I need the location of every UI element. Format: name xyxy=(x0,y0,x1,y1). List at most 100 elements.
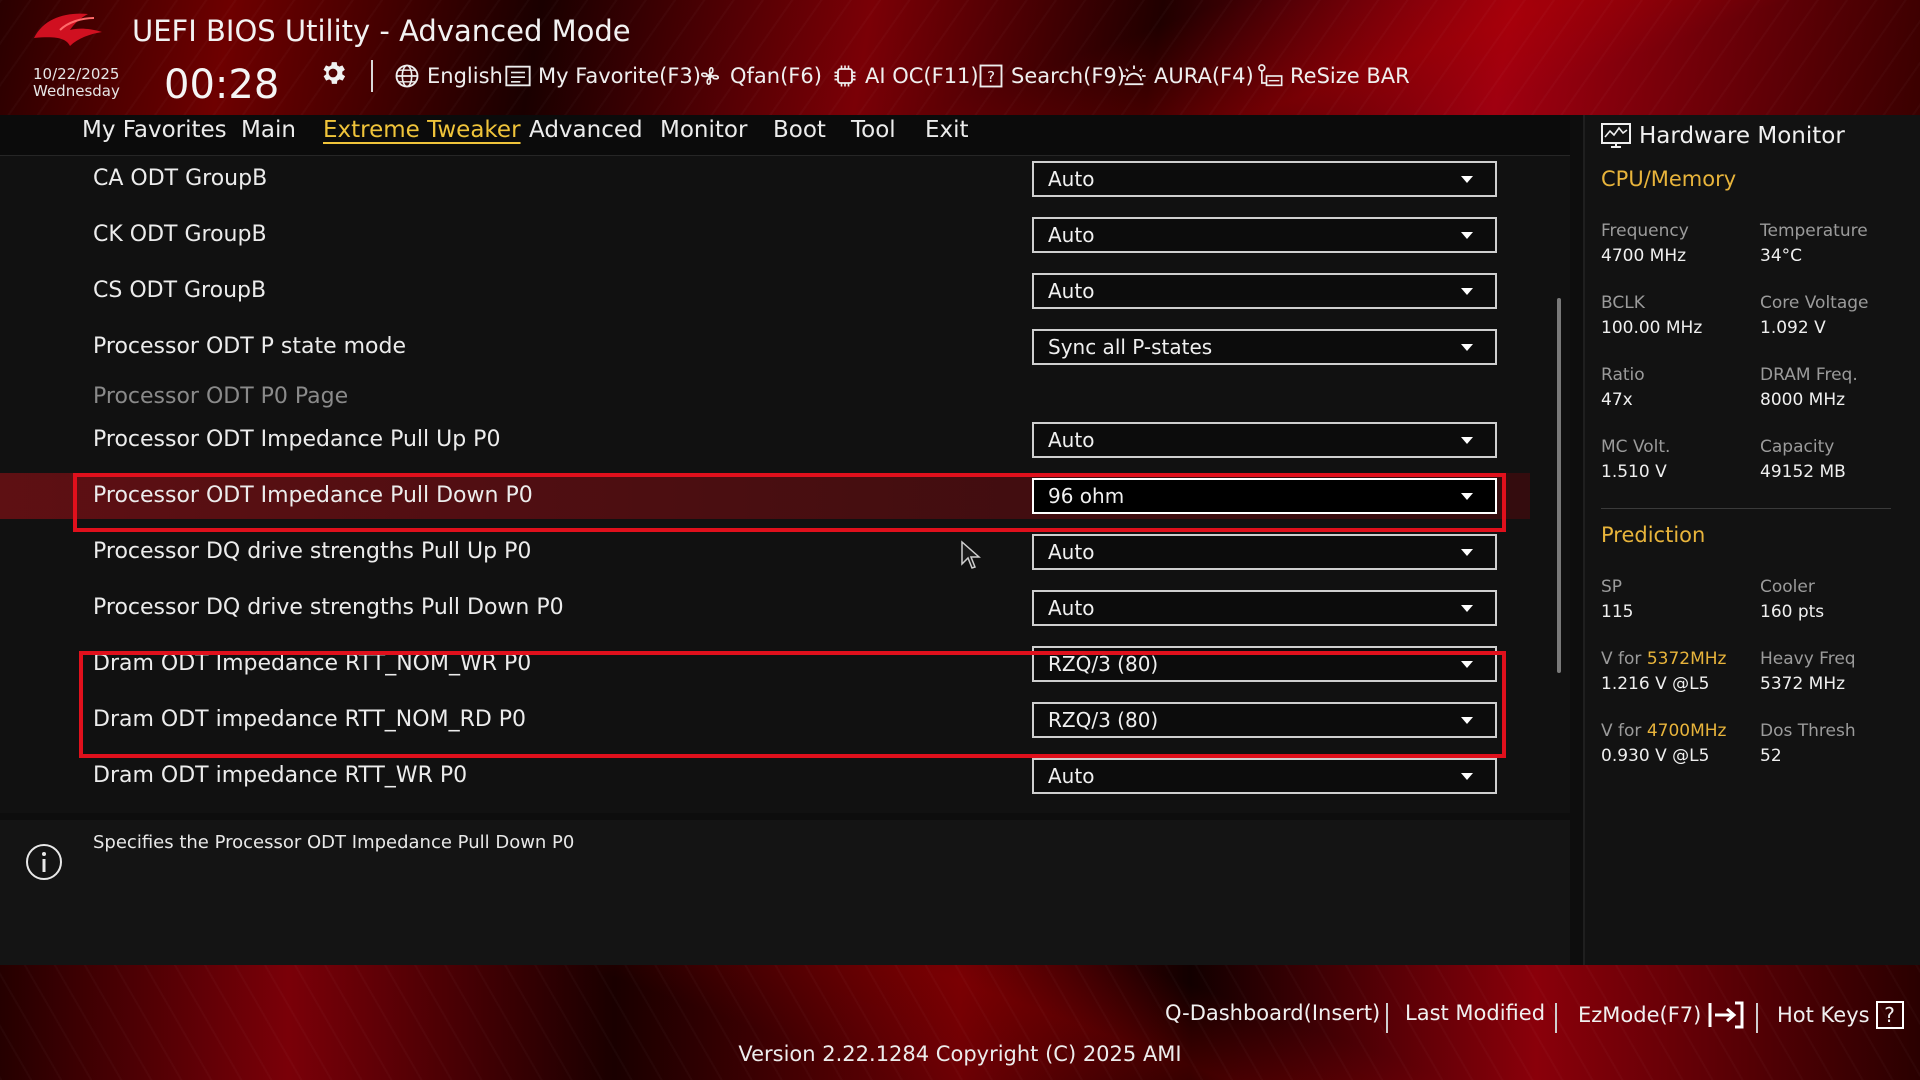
hw-stat-dos-thresh: Dos Thresh 52 xyxy=(1760,719,1920,769)
setting-dropdown[interactable]: Auto xyxy=(1032,273,1497,309)
stat-value: 160 pts xyxy=(1760,602,1825,622)
my-favorite-button[interactable]: My Favorite(F3) xyxy=(504,62,701,90)
stat-label: Ratio xyxy=(1601,365,1645,385)
dropdown-value: Auto xyxy=(1048,764,1095,788)
hw-stat-ratio: Ratio 47x xyxy=(1601,363,1761,413)
hw-stat-frequency: Frequency 4700 MHz xyxy=(1601,219,1761,269)
last-modified-button[interactable]: Last Modified xyxy=(1405,1001,1545,1025)
footer-bar: Q-Dashboard(Insert) Last Modified EzMode… xyxy=(0,965,1920,1080)
setting-dropdown[interactable]: Auto xyxy=(1032,217,1497,253)
search-label: Search(F9) xyxy=(1011,64,1125,88)
q-dashboard-button[interactable]: Q-Dashboard(Insert) xyxy=(1165,1001,1380,1025)
chevron-down-icon xyxy=(1461,772,1473,780)
stat-label: V for 4700MHz xyxy=(1601,719,1761,743)
tab-main[interactable]: Main xyxy=(241,115,296,145)
chevron-down-icon xyxy=(1461,604,1473,612)
setting-dropdown[interactable]: Auto xyxy=(1032,534,1497,570)
dropdown-value: 96 ohm xyxy=(1048,484,1125,508)
setting-row[interactable]: Processor DQ drive strengths Pull Up P0 … xyxy=(0,529,1530,575)
gear-icon[interactable] xyxy=(318,58,348,88)
stat-value: 52 xyxy=(1760,746,1782,766)
v-for-frequency: 4700MHz xyxy=(1646,721,1727,741)
search-button[interactable]: ? Search(F9) xyxy=(977,62,1125,90)
setting-row[interactable]: Dram ODT impedance RTT_NOM_RD P0 RZQ/3 (… xyxy=(0,697,1530,743)
tab-monitor[interactable]: Monitor xyxy=(660,115,747,145)
setting-row[interactable]: Dram ODT Impedance RTT_NOM_WR P0 RZQ/3 (… xyxy=(0,641,1530,687)
ezmode-label: EzMode(F7) xyxy=(1578,1003,1702,1027)
setting-row[interactable]: Processor DQ drive strengths Pull Down P… xyxy=(0,585,1530,631)
info-icon xyxy=(26,844,62,880)
tab-tool[interactable]: Tool xyxy=(851,115,896,145)
tab-advanced[interactable]: Advanced xyxy=(529,115,643,145)
setting-row[interactable]: CK ODT GroupB Auto xyxy=(0,212,1530,258)
setting-label: Processor DQ drive strengths Pull Down P… xyxy=(93,595,564,620)
stat-value: 47x xyxy=(1601,390,1633,410)
setting-row[interactable]: Processor ODT Impedance Pull Up P0 Auto xyxy=(0,417,1530,463)
setting-dropdown[interactable]: 96 ohm xyxy=(1032,478,1497,514)
qfan-button[interactable]: Qfan(F6) xyxy=(696,62,822,90)
hardware-monitor-panel: Hardware Monitor CPU/Memory Frequency 47… xyxy=(1583,115,1920,965)
setting-dropdown[interactable]: RZQ/3 (80) xyxy=(1032,702,1497,738)
app-title: UEFI BIOS Utility - Advanced Mode xyxy=(132,14,631,48)
tab-exit[interactable]: Exit xyxy=(925,115,969,145)
setting-dropdown[interactable]: Auto xyxy=(1032,758,1497,794)
hw-stat-capacity: Capacity 49152 MB xyxy=(1760,435,1920,485)
hardware-monitor-title: Hardware Monitor xyxy=(1601,119,1845,153)
dropdown-value: Sync all P-states xyxy=(1048,335,1213,359)
settings-scrollbar[interactable] xyxy=(1557,298,1561,673)
tab-boot[interactable]: Boot xyxy=(773,115,826,145)
hot-keys-button[interactable]: Hot Keys ? xyxy=(1777,1001,1904,1029)
v-for-prefix: V for xyxy=(1601,721,1642,741)
setting-dropdown[interactable]: Sync all P-states xyxy=(1032,329,1497,365)
hw-stat-v-for-5372: V for 5372MHz 1.216 V @L5 xyxy=(1601,647,1761,697)
cpu-memory-section-title: CPU/Memory xyxy=(1601,167,1737,191)
last-modified-label: Last Modified xyxy=(1405,1001,1546,1025)
hw-stat-cooler: Cooler 160 pts xyxy=(1760,575,1920,625)
date-text: 10/22/2025 xyxy=(33,65,120,83)
setting-row[interactable]: CS ODT GroupB Auto xyxy=(0,268,1530,314)
globe-icon xyxy=(395,64,419,88)
dropdown-value: Auto xyxy=(1048,540,1095,564)
ai-chip-icon xyxy=(834,65,856,87)
hw-stat-v-for-4700: V for 4700MHz 0.930 V @L5 xyxy=(1601,719,1761,769)
stat-label: V for 5372MHz xyxy=(1601,647,1761,671)
resize-bar-icon xyxy=(1258,64,1283,87)
setting-label: Dram ODT Impedance RTT_NOM_WR P0 xyxy=(93,651,532,676)
setting-row[interactable]: CA ODT GroupB Auto xyxy=(0,156,1530,202)
search-help-icon: ? xyxy=(979,64,1003,88)
ai-oc-label: AI OC(F11) xyxy=(865,64,979,88)
chevron-down-icon xyxy=(1461,231,1473,239)
dropdown-value: RZQ/3 (80) xyxy=(1048,652,1159,676)
setting-row-selected[interactable]: Processor ODT Impedance Pull Down P0 96 … xyxy=(0,473,1530,519)
language-button[interactable]: English xyxy=(393,62,503,90)
setting-dropdown[interactable]: Auto xyxy=(1032,590,1497,626)
setting-dropdown[interactable]: Auto xyxy=(1032,422,1497,458)
mouse-cursor-icon xyxy=(961,540,981,569)
dropdown-value: RZQ/3 (80) xyxy=(1048,708,1159,732)
group-label: Processor ODT P0 Page xyxy=(93,384,349,409)
chevron-down-icon xyxy=(1461,436,1473,444)
hot-keys-label: Hot Keys xyxy=(1777,1003,1870,1027)
chevron-down-icon xyxy=(1461,660,1473,668)
help-panel: Specifies the Processor ODT Impedance Pu… xyxy=(0,820,1570,965)
tab-my-favorites[interactable]: My Favorites xyxy=(82,115,227,145)
stat-value: 0.930 V @L5 xyxy=(1601,746,1710,766)
clock-display[interactable]: 00:28 xyxy=(164,62,279,108)
setting-row[interactable]: Processor ODT P state mode Sync all P-st… xyxy=(0,324,1530,370)
ai-oc-button[interactable]: AI OC(F11) xyxy=(831,62,979,90)
setting-row[interactable]: Dram ODT impedance RTT_WR P0 Auto xyxy=(0,753,1530,799)
setting-dropdown[interactable]: Auto xyxy=(1032,161,1497,197)
resize-bar-button[interactable]: ReSize BAR xyxy=(1256,62,1410,90)
ezmode-button[interactable]: EzMode(F7) xyxy=(1578,1001,1745,1029)
setting-label: Processor ODT P state mode xyxy=(93,334,407,359)
setting-dropdown[interactable]: RZQ/3 (80) xyxy=(1032,646,1497,682)
aura-button[interactable]: AURA(F4) xyxy=(1120,62,1254,90)
stat-label: Temperature xyxy=(1760,221,1868,241)
stat-label: Core Voltage xyxy=(1760,293,1869,313)
setting-label: Dram ODT impedance RTT_NOM_RD P0 xyxy=(93,707,527,732)
tab-extreme-tweaker[interactable]: Extreme Tweaker xyxy=(323,115,521,145)
help-question-icon: ? xyxy=(1875,1001,1904,1029)
hw-stat-dram-freq: DRAM Freq. 8000 MHz xyxy=(1760,363,1920,413)
chevron-down-icon xyxy=(1461,343,1473,351)
date-display: 10/22/2025 Wednesday xyxy=(33,66,120,100)
